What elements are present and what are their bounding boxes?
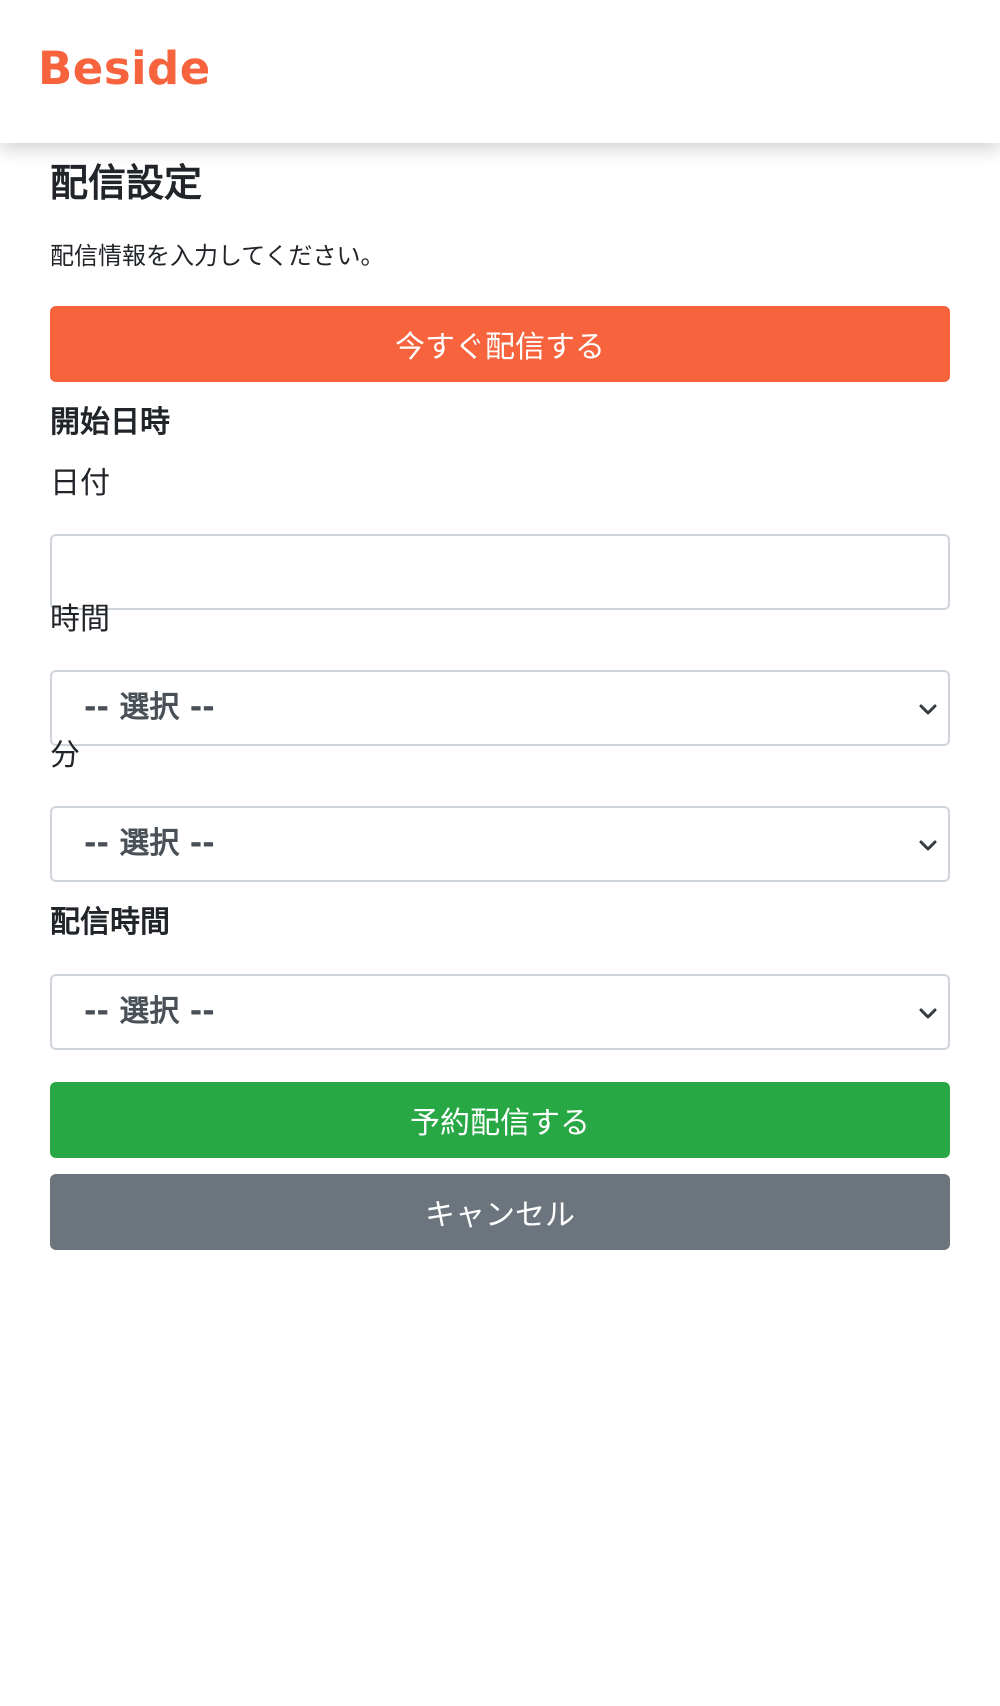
minute-select[interactable]: -- 選択 -- — [50, 806, 950, 882]
chevron-down-icon — [919, 1008, 937, 1019]
date-label: 日付 — [50, 466, 110, 501]
cancel-button[interactable]: キャンセル — [50, 1174, 950, 1250]
date-input[interactable] — [50, 534, 950, 610]
beside-logo[interactable]: Beside — [38, 46, 211, 91]
duration-select[interactable]: -- 選択 -- — [50, 974, 950, 1050]
chevron-down-icon — [919, 840, 937, 851]
start-datetime-heading: 開始日時 — [50, 405, 170, 440]
hour-label: 時間 — [50, 602, 110, 637]
page-title: 配信設定 — [50, 161, 203, 205]
app-header: Beside — [0, 0, 1000, 143]
page-description: 配信情報を入力してください。 — [50, 242, 385, 270]
chevron-down-icon — [919, 704, 937, 715]
reserve-delivery-button[interactable]: 予約配信する — [50, 1082, 950, 1158]
hour-select-value: -- 選択 -- — [84, 690, 215, 725]
hour-select[interactable]: -- 選択 -- — [50, 670, 950, 746]
minute-select-value: -- 選択 -- — [84, 826, 215, 861]
minute-label: 分 — [50, 738, 80, 773]
deliver-now-button[interactable]: 今すぐ配信する — [50, 306, 950, 382]
duration-select-value: -- 選択 -- — [84, 994, 215, 1029]
duration-heading: 配信時間 — [50, 905, 170, 940]
